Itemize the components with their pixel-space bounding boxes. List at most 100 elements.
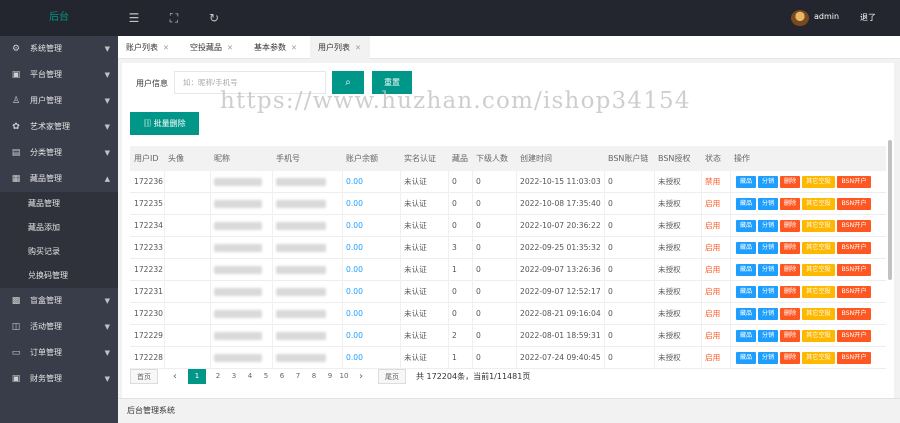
bsn-open-button[interactable]: BSN开户 xyxy=(837,220,871,232)
distribution-button[interactable]: 分销 xyxy=(758,264,778,276)
other-airdrop-button[interactable]: 其它空投 xyxy=(802,308,835,320)
page-number-button[interactable]: 5 xyxy=(260,369,272,384)
refresh-icon[interactable]: ↻ xyxy=(206,10,222,26)
submenu-item-redeem-codes[interactable]: 兑换码管理 xyxy=(28,264,68,288)
cell-status-toggle[interactable]: 禁用 xyxy=(705,171,720,193)
page-number-button[interactable]: 6 xyxy=(276,369,288,384)
cell-status-toggle[interactable]: 启用 xyxy=(705,281,720,303)
close-icon[interactable]: ✕ xyxy=(355,44,361,52)
other-airdrop-button[interactable]: 其它空投 xyxy=(802,198,835,210)
bsn-open-button[interactable]: BSN开户 xyxy=(837,176,871,188)
other-airdrop-button[interactable]: 其它空投 xyxy=(802,220,835,232)
other-airdrop-button[interactable]: 其它空投 xyxy=(802,176,835,188)
distribution-button[interactable]: 分销 xyxy=(758,330,778,342)
submenu-item-purchase-records[interactable]: 购买记录 xyxy=(28,240,60,264)
bsn-open-button[interactable]: BSN开户 xyxy=(837,308,871,320)
tab-params[interactable]: 基本参数 ✕ xyxy=(246,36,306,59)
cell-status-toggle[interactable]: 启用 xyxy=(705,237,720,259)
delete-button[interactable]: 删除 xyxy=(780,242,800,254)
sidebar-item-blindbox[interactable]: ▩ 盲盒管理 ▼ xyxy=(0,288,118,314)
other-airdrop-button[interactable]: 其它空投 xyxy=(802,286,835,298)
distribution-button[interactable]: 分销 xyxy=(758,308,778,320)
menu-fold-icon[interactable]: ☰ xyxy=(126,10,142,26)
collection-button[interactable]: 藏品 xyxy=(736,308,756,320)
sidebar-item-activities[interactable]: ◫ 活动管理 ▼ xyxy=(0,314,118,340)
distribution-button[interactable]: 分销 xyxy=(758,242,778,254)
delete-button[interactable]: 删除 xyxy=(780,352,800,364)
other-airdrop-button[interactable]: 其它空投 xyxy=(802,330,835,342)
other-airdrop-button[interactable]: 其它空投 xyxy=(802,264,835,276)
delete-button[interactable]: 删除 xyxy=(780,308,800,320)
close-icon[interactable]: ✕ xyxy=(227,44,233,52)
batch-delete-button[interactable]: ▥ 批量删除 xyxy=(130,112,199,135)
submenu-item-collection-manage[interactable]: 藏品管理 xyxy=(28,192,60,216)
sidebar-item-collections[interactable]: ▦ 藏品管理 ▲ xyxy=(0,166,118,192)
last-page-button[interactable]: 尾页 xyxy=(378,369,406,384)
page-number-button[interactable]: 2 xyxy=(212,369,224,384)
bsn-open-button[interactable]: BSN开户 xyxy=(837,242,871,254)
page-number-button[interactable]: 1 xyxy=(188,369,206,384)
close-icon[interactable]: ✕ xyxy=(163,44,169,52)
collection-button[interactable]: 藏品 xyxy=(736,286,756,298)
distribution-button[interactable]: 分销 xyxy=(758,352,778,364)
cell-status-toggle[interactable]: 启用 xyxy=(705,303,720,325)
page-number-button[interactable]: 9 xyxy=(324,369,336,384)
sidebar-item-platform[interactable]: ▣ 平台管理 ▼ xyxy=(0,62,118,88)
sidebar-item-category[interactable]: ▤ 分类管理 ▼ xyxy=(0,140,118,166)
brand-title[interactable]: 后台 xyxy=(0,0,118,36)
collection-button[interactable]: 藏品 xyxy=(736,264,756,276)
bsn-open-button[interactable]: BSN开户 xyxy=(837,286,871,298)
page-number-button[interactable]: 10 xyxy=(336,369,352,384)
page-number-button[interactable]: 8 xyxy=(308,369,320,384)
cell-balance: 0.00 xyxy=(346,331,363,340)
bsn-open-button[interactable]: BSN开户 xyxy=(837,198,871,210)
tab-user-list[interactable]: 用户列表 ✕ xyxy=(310,36,370,59)
collection-button[interactable]: 藏品 xyxy=(736,176,756,188)
cell-status-toggle[interactable]: 启用 xyxy=(705,259,720,281)
close-icon[interactable]: ✕ xyxy=(291,44,297,52)
distribution-button[interactable]: 分销 xyxy=(758,176,778,188)
delete-button[interactable]: 删除 xyxy=(780,220,800,232)
delete-button[interactable]: 删除 xyxy=(780,198,800,210)
sidebar-item-artists[interactable]: ✿ 艺术家管理 ▼ xyxy=(0,114,118,140)
distribution-button[interactable]: 分销 xyxy=(758,198,778,210)
sidebar-item-system[interactable]: ⚙ 系统管理 ▼ xyxy=(0,36,118,62)
fullscreen-icon[interactable]: ⛶ xyxy=(166,10,182,26)
next-page-button[interactable]: › xyxy=(356,369,366,384)
collection-button[interactable]: 藏品 xyxy=(736,242,756,254)
collection-button[interactable]: 藏品 xyxy=(736,220,756,232)
cell-status-toggle[interactable]: 启用 xyxy=(705,193,720,215)
tab-airdrop[interactable]: 空投藏品 ✕ xyxy=(182,36,242,59)
vertical-scrollbar[interactable] xyxy=(888,140,892,280)
distribution-button[interactable]: 分销 xyxy=(758,220,778,232)
bsn-open-button[interactable]: BSN开户 xyxy=(837,264,871,276)
page-number-button[interactable]: 4 xyxy=(244,369,256,384)
submenu-item-collection-add[interactable]: 藏品添加 xyxy=(28,216,60,240)
prev-page-button[interactable]: ‹ xyxy=(170,369,180,384)
page-number-button[interactable]: 7 xyxy=(292,369,304,384)
distribution-button[interactable]: 分销 xyxy=(758,286,778,298)
tab-accounts[interactable]: 账户列表 ✕ xyxy=(118,36,180,59)
sidebar-item-users[interactable]: ♙ 用户管理 ▼ xyxy=(0,88,118,114)
logout-link[interactable]: 退了 xyxy=(860,12,876,23)
bsn-open-button[interactable]: BSN开户 xyxy=(837,352,871,364)
delete-button[interactable]: 删除 xyxy=(780,286,800,298)
collection-button[interactable]: 藏品 xyxy=(736,198,756,210)
first-page-button[interactable]: 首页 xyxy=(130,369,158,384)
delete-button[interactable]: 删除 xyxy=(780,176,800,188)
user-name[interactable]: admin xyxy=(814,12,839,21)
cell-status-toggle[interactable]: 启用 xyxy=(705,215,720,237)
collection-button[interactable]: 藏品 xyxy=(736,352,756,364)
delete-button[interactable]: 删除 xyxy=(780,264,800,276)
avatar[interactable] xyxy=(791,10,809,26)
other-airdrop-button[interactable]: 其它空投 xyxy=(802,242,835,254)
delete-button[interactable]: 删除 xyxy=(780,330,800,342)
bsn-open-button[interactable]: BSN开户 xyxy=(837,330,871,342)
cell-status-toggle[interactable]: 启用 xyxy=(705,347,720,369)
page-number-button[interactable]: 3 xyxy=(228,369,240,384)
sidebar-item-finance[interactable]: ▣ 财务管理 ▼ xyxy=(0,366,118,392)
collection-button[interactable]: 藏品 xyxy=(736,330,756,342)
cell-status-toggle[interactable]: 启用 xyxy=(705,325,720,347)
sidebar-item-orders[interactable]: ▭ 订单管理 ▼ xyxy=(0,340,118,366)
other-airdrop-button[interactable]: 其它空投 xyxy=(802,352,835,364)
